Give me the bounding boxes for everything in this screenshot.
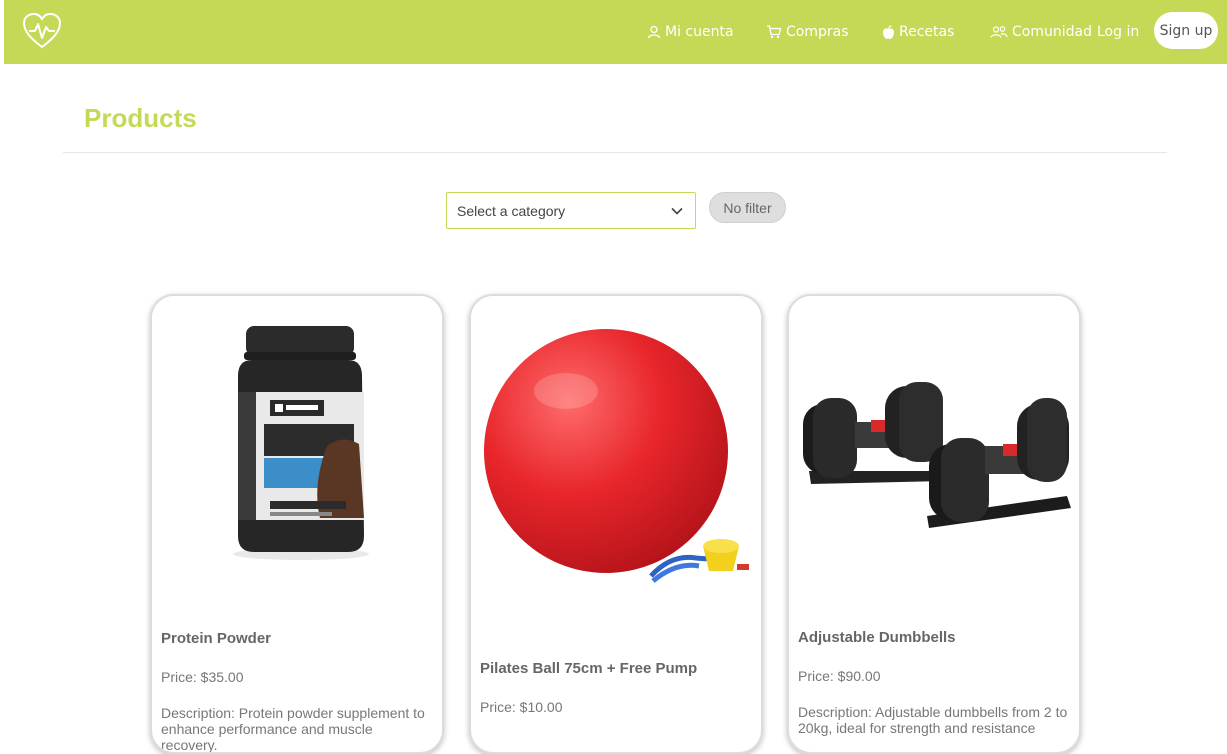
category-select-value: Select a category xyxy=(457,202,566,219)
page-title: Products xyxy=(84,103,197,133)
product-price: Price: $35.00 xyxy=(161,669,244,685)
product-description: Description: Protein powder supplement t… xyxy=(161,705,425,753)
chevron-down-icon xyxy=(671,207,683,215)
product-price: Price: $10.00 xyxy=(480,699,563,715)
category-select[interactable]: Select a category xyxy=(446,192,696,229)
nav-recetas[interactable]: Recetas xyxy=(882,22,954,42)
title-divider xyxy=(63,152,1167,153)
cart-icon xyxy=(767,25,782,39)
product-name[interactable]: Protein Powder xyxy=(161,630,271,647)
nav-label: Compras xyxy=(786,24,849,40)
nav-label: Mi cuenta xyxy=(665,24,734,40)
product-name[interactable]: Pilates Ball 75cm + Free Pump xyxy=(480,660,697,677)
pilates-ball-image xyxy=(471,296,761,606)
apple-icon xyxy=(883,24,894,39)
people-icon xyxy=(990,26,1008,38)
product-card[interactable]: Pilates Ball 75cm + Free Pump Price: $10… xyxy=(469,294,763,754)
login-label: Log in xyxy=(1097,24,1140,40)
product-card[interactable]: Protein Powder Price: $35.00 Description… xyxy=(150,294,444,754)
product-price: Price: $90.00 xyxy=(798,668,881,684)
nav-label: Recetas xyxy=(899,24,955,40)
top-navbar: Mi cuenta Compras Recetas Comunidad Log … xyxy=(4,0,1227,64)
user-icon xyxy=(647,25,661,39)
product-name[interactable]: Adjustable Dumbbells xyxy=(798,629,956,646)
login-link[interactable]: Log in xyxy=(1097,22,1139,42)
nav-compras[interactable]: Compras xyxy=(766,22,849,42)
product-description: Description: Adjustable dumbbells from 2… xyxy=(798,704,1068,736)
protein-powder-image xyxy=(152,296,442,606)
heart-pulse-icon[interactable] xyxy=(20,11,64,51)
no-filter-button[interactable]: No filter xyxy=(709,192,786,223)
nav-label: Comunidad xyxy=(1012,24,1092,40)
dumbbells-image xyxy=(789,296,1079,606)
nav-comunidad[interactable]: Comunidad xyxy=(990,22,1092,42)
product-card[interactable]: Adjustable Dumbbells Price: $90.00 Descr… xyxy=(787,294,1081,754)
nav-mi-cuenta[interactable]: Mi cuenta xyxy=(647,22,734,42)
signup-button[interactable]: Sign up xyxy=(1154,12,1218,49)
